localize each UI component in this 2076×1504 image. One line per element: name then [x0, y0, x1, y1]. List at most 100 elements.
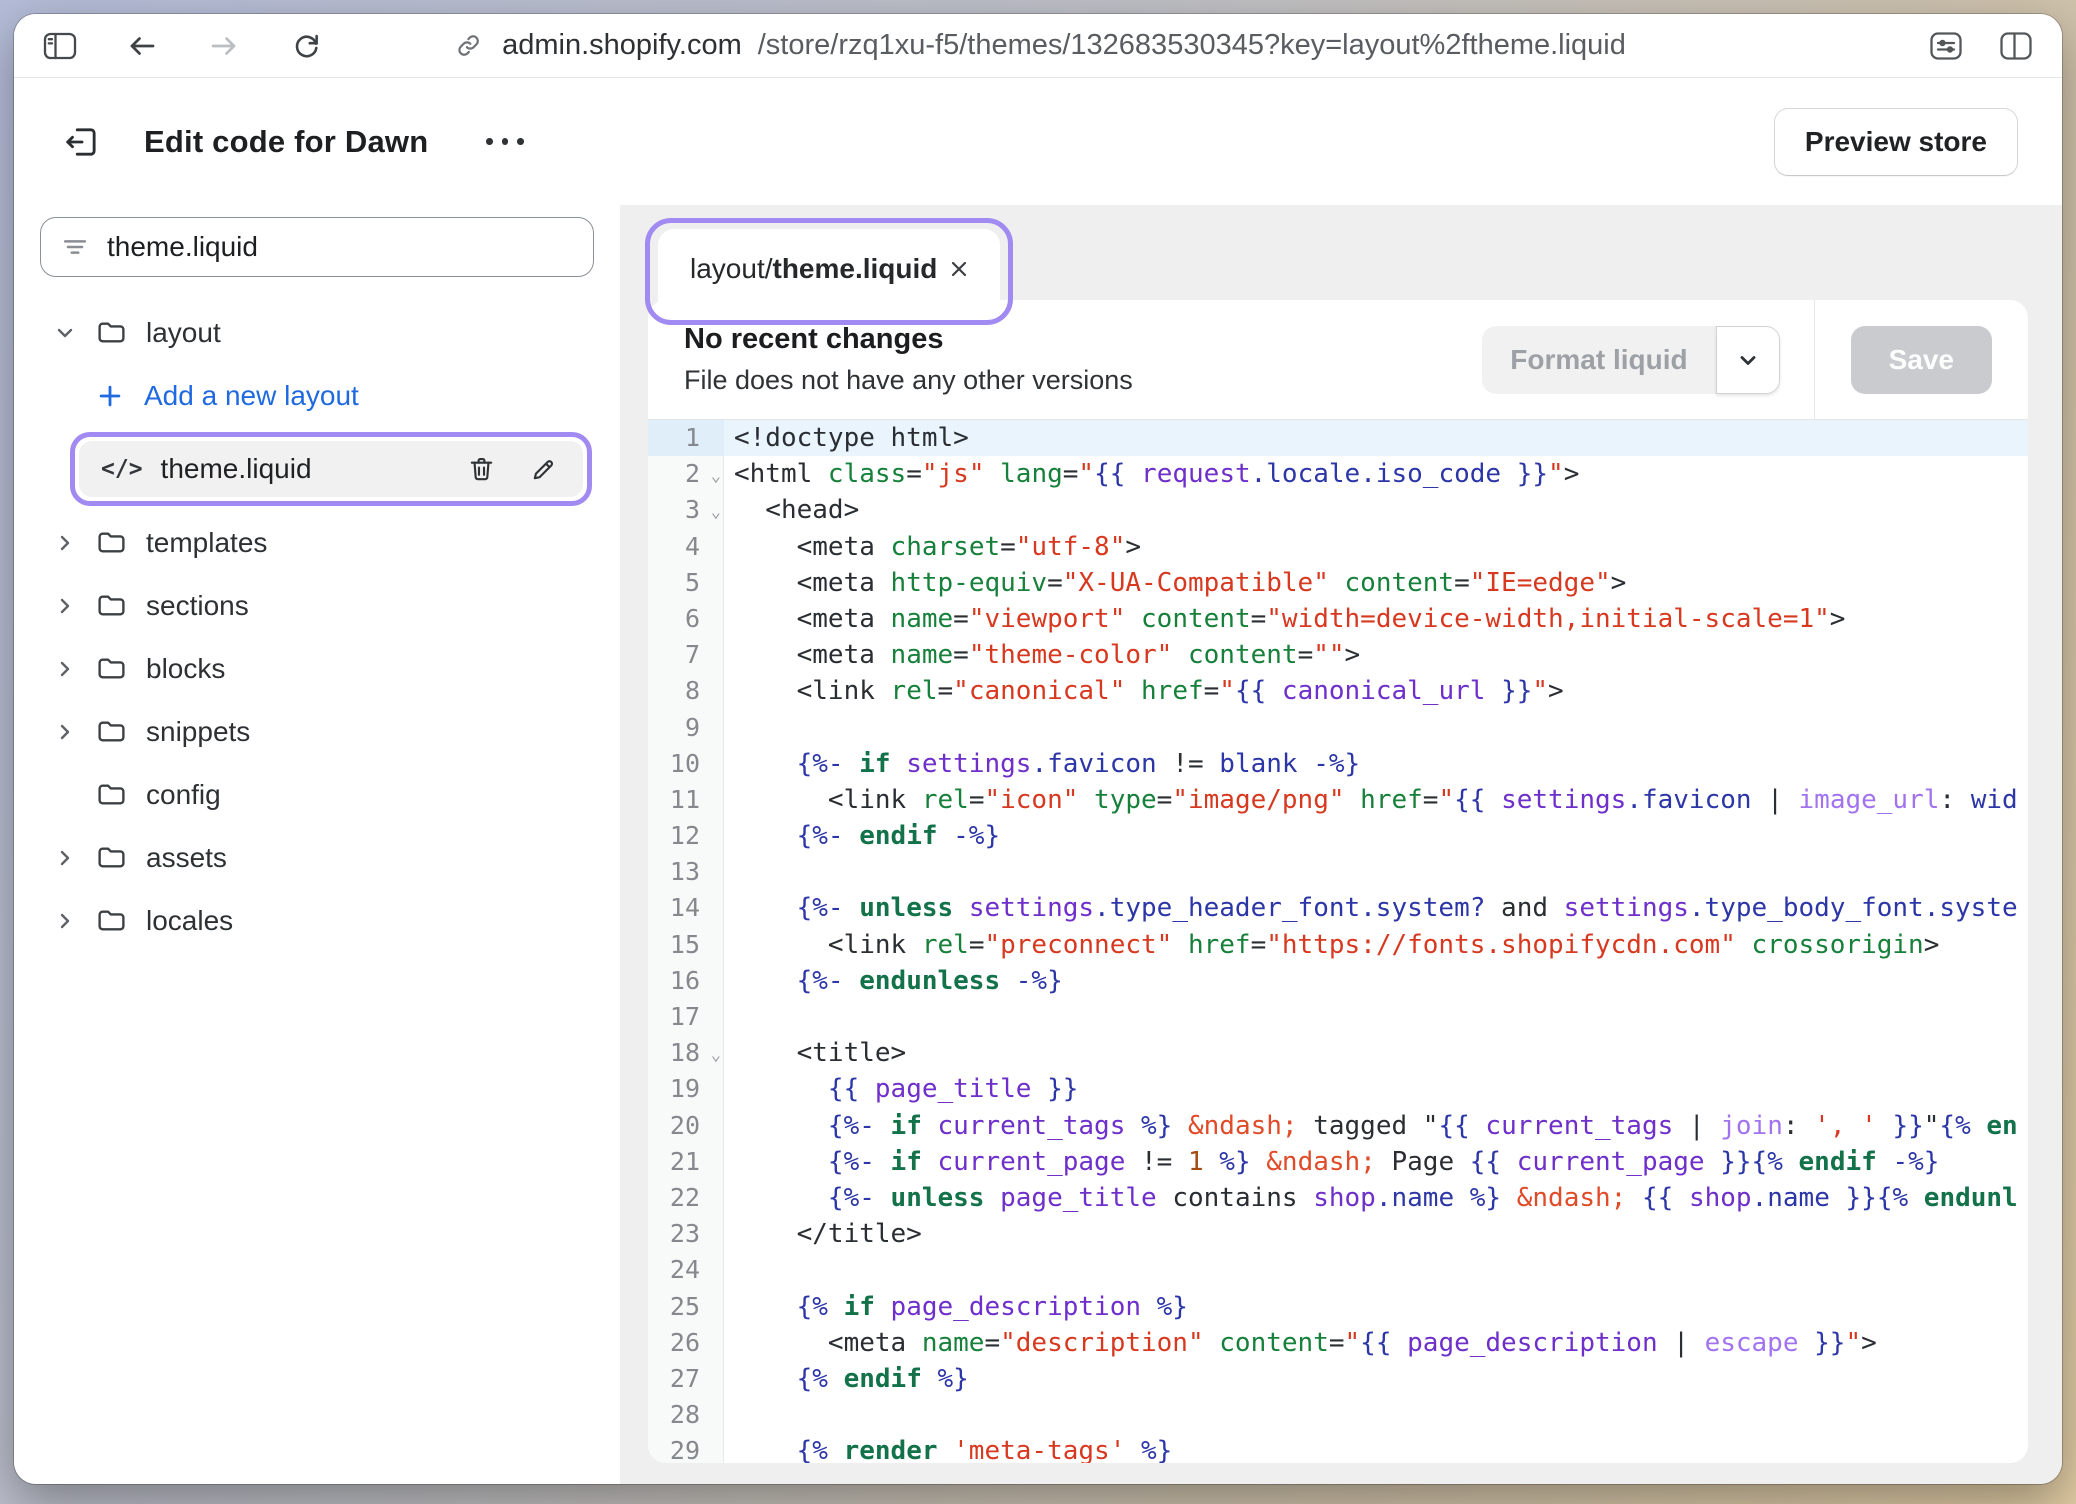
sidebar-toggle-icon[interactable] — [42, 28, 78, 64]
pencil-icon[interactable] — [525, 451, 561, 487]
code-file-icon: </> — [101, 456, 143, 482]
line-number: 6 — [648, 601, 724, 637]
tree-item-config[interactable]: config — [40, 763, 594, 826]
tree-item-assets[interactable]: assets — [40, 826, 594, 889]
code-line[interactable]: 5 <meta http-equiv="X-UA-Compatible" con… — [648, 565, 2028, 601]
tree-item-label: layout — [146, 317, 221, 349]
tab-theme-liquid[interactable]: layout/theme.liquid — [658, 229, 1000, 309]
version-status: No recent changes File does not have any… — [648, 300, 1133, 419]
close-tab-icon[interactable] — [944, 254, 974, 284]
save-button[interactable]: Save — [1851, 326, 1992, 394]
tree-item-locales[interactable]: locales — [40, 889, 594, 952]
exit-icon[interactable] — [62, 122, 102, 162]
code-line[interactable]: 17 — [648, 999, 2028, 1035]
line-number: 15 — [648, 927, 724, 963]
code-line-text: <!doctype html> — [724, 420, 2028, 456]
forward-icon[interactable] — [206, 28, 242, 64]
folder-icon — [94, 717, 128, 746]
chevron-right-icon[interactable] — [48, 594, 82, 618]
toolbar-actions: Format liquid Save — [1482, 300, 2028, 419]
line-number: 11 — [648, 782, 724, 818]
code-line-text — [724, 854, 2028, 890]
code-line[interactable]: 22 {%- unless page_title contains shop.n… — [648, 1180, 2028, 1216]
code-line[interactable]: 2⌄<html class="js" lang="{{ request.loca… — [648, 456, 2028, 492]
format-liquid-label[interactable]: Format liquid — [1482, 326, 1715, 394]
code-line[interactable]: 12 {%- endif -%} — [648, 818, 2028, 854]
code-line-text: <link rel="canonical" href="{{ canonical… — [724, 673, 2028, 709]
code-line[interactable]: 3⌄ <head> — [648, 492, 2028, 528]
code-editor[interactable]: 1<!doctype html>2⌄<html class="js" lang=… — [648, 420, 2028, 1463]
chevron-right-icon[interactable] — [48, 531, 82, 555]
trash-icon[interactable] — [463, 451, 499, 487]
page-settings-icon[interactable] — [1928, 28, 1964, 64]
tree-item-snippets[interactable]: snippets — [40, 700, 594, 763]
code-line[interactable]: 19 {{ page_title }} — [648, 1071, 2028, 1107]
code-line[interactable]: 20 {%- if current_tags %} &ndash; tagged… — [648, 1108, 2028, 1144]
code-line[interactable]: 7 <meta name="theme-color" content=""> — [648, 637, 2028, 673]
tree-item-templates[interactable]: templates — [40, 511, 594, 574]
code-line[interactable]: 13 — [648, 854, 2028, 890]
content-area: layout Add a new layout </>theme.liquid tem… — [14, 205, 2062, 1484]
code-line-text: {%- unless settings.type_header_font.sys… — [724, 890, 2028, 926]
code-line[interactable]: 23 </title> — [648, 1216, 2028, 1252]
tree-item-layout[interactable]: layout — [40, 301, 594, 364]
chevron-down-icon[interactable] — [48, 321, 82, 345]
code-line[interactable]: 27 {% endif %} — [648, 1361, 2028, 1397]
code-line[interactable]: 14 {%- unless settings.type_header_font.… — [648, 890, 2028, 926]
line-number: 19 — [648, 1071, 724, 1107]
tree-item-theme-liquid[interactable]: </>theme.liquid — [79, 441, 583, 497]
line-number: 20 — [648, 1108, 724, 1144]
code-line[interactable]: 11 <link rel="icon" type="image/png" hre… — [648, 782, 2028, 818]
code-line-text: {%- if current_page != 1 %} &ndash; Page… — [724, 1144, 2028, 1180]
code-line[interactable]: 21 {%- if current_page != 1 %} &ndash; P… — [648, 1144, 2028, 1180]
app-header: Edit code for Dawn Preview store — [14, 78, 2062, 205]
chevron-right-icon[interactable] — [48, 846, 82, 870]
code-line-text: <meta http-equiv="X-UA-Compatible" conte… — [724, 565, 2028, 601]
fold-caret-icon[interactable]: ⌄ — [711, 468, 721, 485]
code-line[interactable]: 28 — [648, 1397, 2028, 1433]
code-line[interactable]: 24 — [648, 1252, 2028, 1288]
code-line[interactable]: 8 <link rel="canonical" href="{{ canonic… — [648, 673, 2028, 709]
line-number: 24 — [648, 1252, 724, 1288]
tree-item-label: templates — [146, 527, 267, 559]
back-icon[interactable] — [124, 28, 160, 64]
code-line[interactable]: 9 — [648, 710, 2028, 746]
tree-item-label: blocks — [146, 653, 225, 685]
code-line[interactable]: 1<!doctype html> — [648, 420, 2028, 456]
code-line-text — [724, 999, 2028, 1035]
code-line-text: {%- if current_tags %} &ndash; tagged "{… — [724, 1108, 2028, 1144]
code-line[interactable]: 10 {%- if settings.favicon != blank -%} — [648, 746, 2028, 782]
fold-caret-icon[interactable]: ⌄ — [711, 1047, 721, 1064]
chevron-right-icon[interactable] — [48, 909, 82, 933]
fold-caret-icon[interactable]: ⌄ — [711, 504, 721, 521]
code-line[interactable]: 6 <meta name="viewport" content="width=d… — [648, 601, 2028, 637]
preview-store-button[interactable]: Preview store — [1774, 108, 2018, 176]
code-line[interactable]: 16 {%- endunless -%} — [648, 963, 2028, 999]
chevron-right-icon[interactable] — [48, 657, 82, 681]
format-options-chevron-icon[interactable] — [1716, 326, 1780, 394]
chevron-right-icon[interactable] — [48, 720, 82, 744]
address-bar[interactable]: admin.shopify.com/store/rzq1xu-f5/themes… — [450, 14, 1626, 77]
line-number: 2⌄ — [648, 456, 724, 492]
tree-item-add-a-new-layout[interactable]: Add a new layout — [92, 364, 594, 427]
line-number: 1 — [648, 420, 724, 456]
tree-item-label: config — [146, 779, 221, 811]
tree-item-blocks[interactable]: blocks — [40, 637, 594, 700]
reload-icon[interactable] — [288, 28, 324, 64]
file-search-box[interactable] — [40, 217, 594, 277]
search-input[interactable] — [107, 231, 573, 263]
line-number: 12 — [648, 818, 724, 854]
tree-item-sections[interactable]: sections — [40, 574, 594, 637]
code-line[interactable]: 15 <link rel="preconnect" href="https://… — [648, 927, 2028, 963]
code-line[interactable]: 4 <meta charset="utf-8"> — [648, 529, 2028, 565]
code-line[interactable]: 29 {% render 'meta-tags' %} — [648, 1433, 2028, 1463]
format-liquid-button[interactable]: Format liquid — [1482, 326, 1779, 394]
split-view-icon[interactable] — [1998, 28, 2034, 64]
code-line[interactable]: 18⌄ <title> — [648, 1035, 2028, 1071]
file-tree: layout Add a new layout </>theme.liquid tem… — [40, 301, 594, 952]
line-number: 28 — [648, 1397, 724, 1433]
code-line[interactable]: 25 {% if page_description %} — [648, 1289, 2028, 1325]
code-line[interactable]: 26 <meta name="description" content="{{ … — [648, 1325, 2028, 1361]
more-actions-icon[interactable] — [486, 124, 524, 160]
folder-icon — [94, 906, 128, 935]
